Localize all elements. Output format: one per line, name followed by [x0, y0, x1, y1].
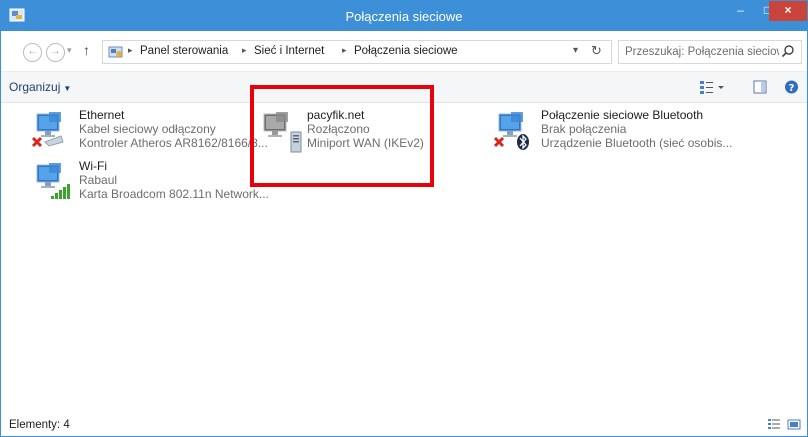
forward-button[interactable]: →	[46, 43, 65, 62]
back-button[interactable]: ←	[23, 43, 42, 62]
change-view-icon[interactable]	[699, 79, 725, 95]
connection-status: Brak połączenia	[541, 122, 627, 136]
recent-locations-dropdown[interactable]: ▾	[67, 45, 72, 56]
connection-name: Ethernet	[79, 108, 125, 122]
connection-status: Kabel sieciowy odłączony	[79, 122, 216, 136]
breadcrumb-control-panel[interactable]: Panel sterowania	[140, 45, 228, 57]
refresh-button[interactable]: ↻	[591, 43, 602, 59]
wifi-connected-icon	[36, 163, 70, 199]
help-icon[interactable]: ?	[784, 79, 799, 95]
connection-item-wifi[interactable]: Wi-Fi Rabaul Karta Broadcom 802.11n Netw…	[31, 159, 269, 211]
address-history-dropdown[interactable]: ▾	[573, 45, 578, 56]
details-view-icon[interactable]	[767, 418, 781, 431]
connection-item-ethernet[interactable]: Ethernet Kabel sieciowy odłączony Kontro…	[31, 108, 268, 160]
large-icons-view-icon[interactable]	[787, 418, 801, 431]
chevron-down-icon: ▼	[63, 84, 72, 93]
status-bar: Elementy: 4	[1, 414, 807, 436]
window-title: Połączenia sieciowe	[345, 9, 463, 24]
search-box[interactable]	[618, 40, 802, 64]
close-button[interactable]: ×	[769, 1, 807, 21]
highlight-rectangle	[250, 85, 434, 187]
svg-text:?: ?	[789, 83, 795, 94]
bluetooth-network-icon	[493, 112, 529, 150]
ethernet-disconnected-icon	[31, 112, 64, 148]
item-count: Elementy: 4	[9, 419, 70, 431]
explorer-window: Połączenia sieciowe – □ × ← → ▾ ↑ ▸ Pane…	[0, 0, 808, 437]
up-button[interactable]: ↑	[83, 42, 90, 58]
connections-list: Ethernet Kabel sieciowy odłączony Kontro…	[1, 85, 807, 414]
breadcrumb-separator[interactable]: ▸	[342, 45, 347, 56]
organize-label: Organizuj	[9, 80, 61, 94]
connection-device: Kontroler Atheros AR8162/8166/8...	[79, 136, 268, 150]
preview-pane-icon[interactable]	[753, 79, 767, 95]
address-bar[interactable]: ▸ Panel sterowania ▸ Sieć i Internet ▸ P…	[102, 40, 612, 64]
connection-device: Karta Broadcom 802.11n Network...	[79, 187, 269, 201]
breadcrumb-network-internet[interactable]: Sieć i Internet	[254, 45, 324, 57]
minimize-button[interactable]: –	[727, 1, 754, 21]
breadcrumb-separator[interactable]: ▸	[128, 45, 133, 56]
search-input[interactable]	[623, 43, 781, 61]
connection-item-bluetooth[interactable]: Połączenie sieciowe Bluetooth Brak połąc…	[493, 108, 753, 160]
connection-device: Urządzenie Bluetooth (sieć osobis...	[541, 136, 733, 150]
address-row: ← → ▾ ↑ ▸ Panel sterowania ▸ Sieć i Inte…	[1, 31, 807, 72]
breadcrumb-network-connections[interactable]: Połączenia sieciowe	[354, 45, 458, 57]
connection-name: Wi-Fi	[79, 159, 107, 173]
search-icon[interactable]	[781, 44, 795, 58]
connection-name: Połączenie sieciowe Bluetooth	[541, 108, 704, 122]
breadcrumb-separator[interactable]: ▸	[242, 45, 247, 56]
connection-status: Rabaul	[79, 173, 118, 187]
control-panel-location-icon	[108, 46, 123, 58]
organize-menu-button[interactable]: Organizuj ▼	[9, 80, 71, 94]
title-bar[interactable]: Połączenia sieciowe – □ ×	[1, 1, 807, 31]
